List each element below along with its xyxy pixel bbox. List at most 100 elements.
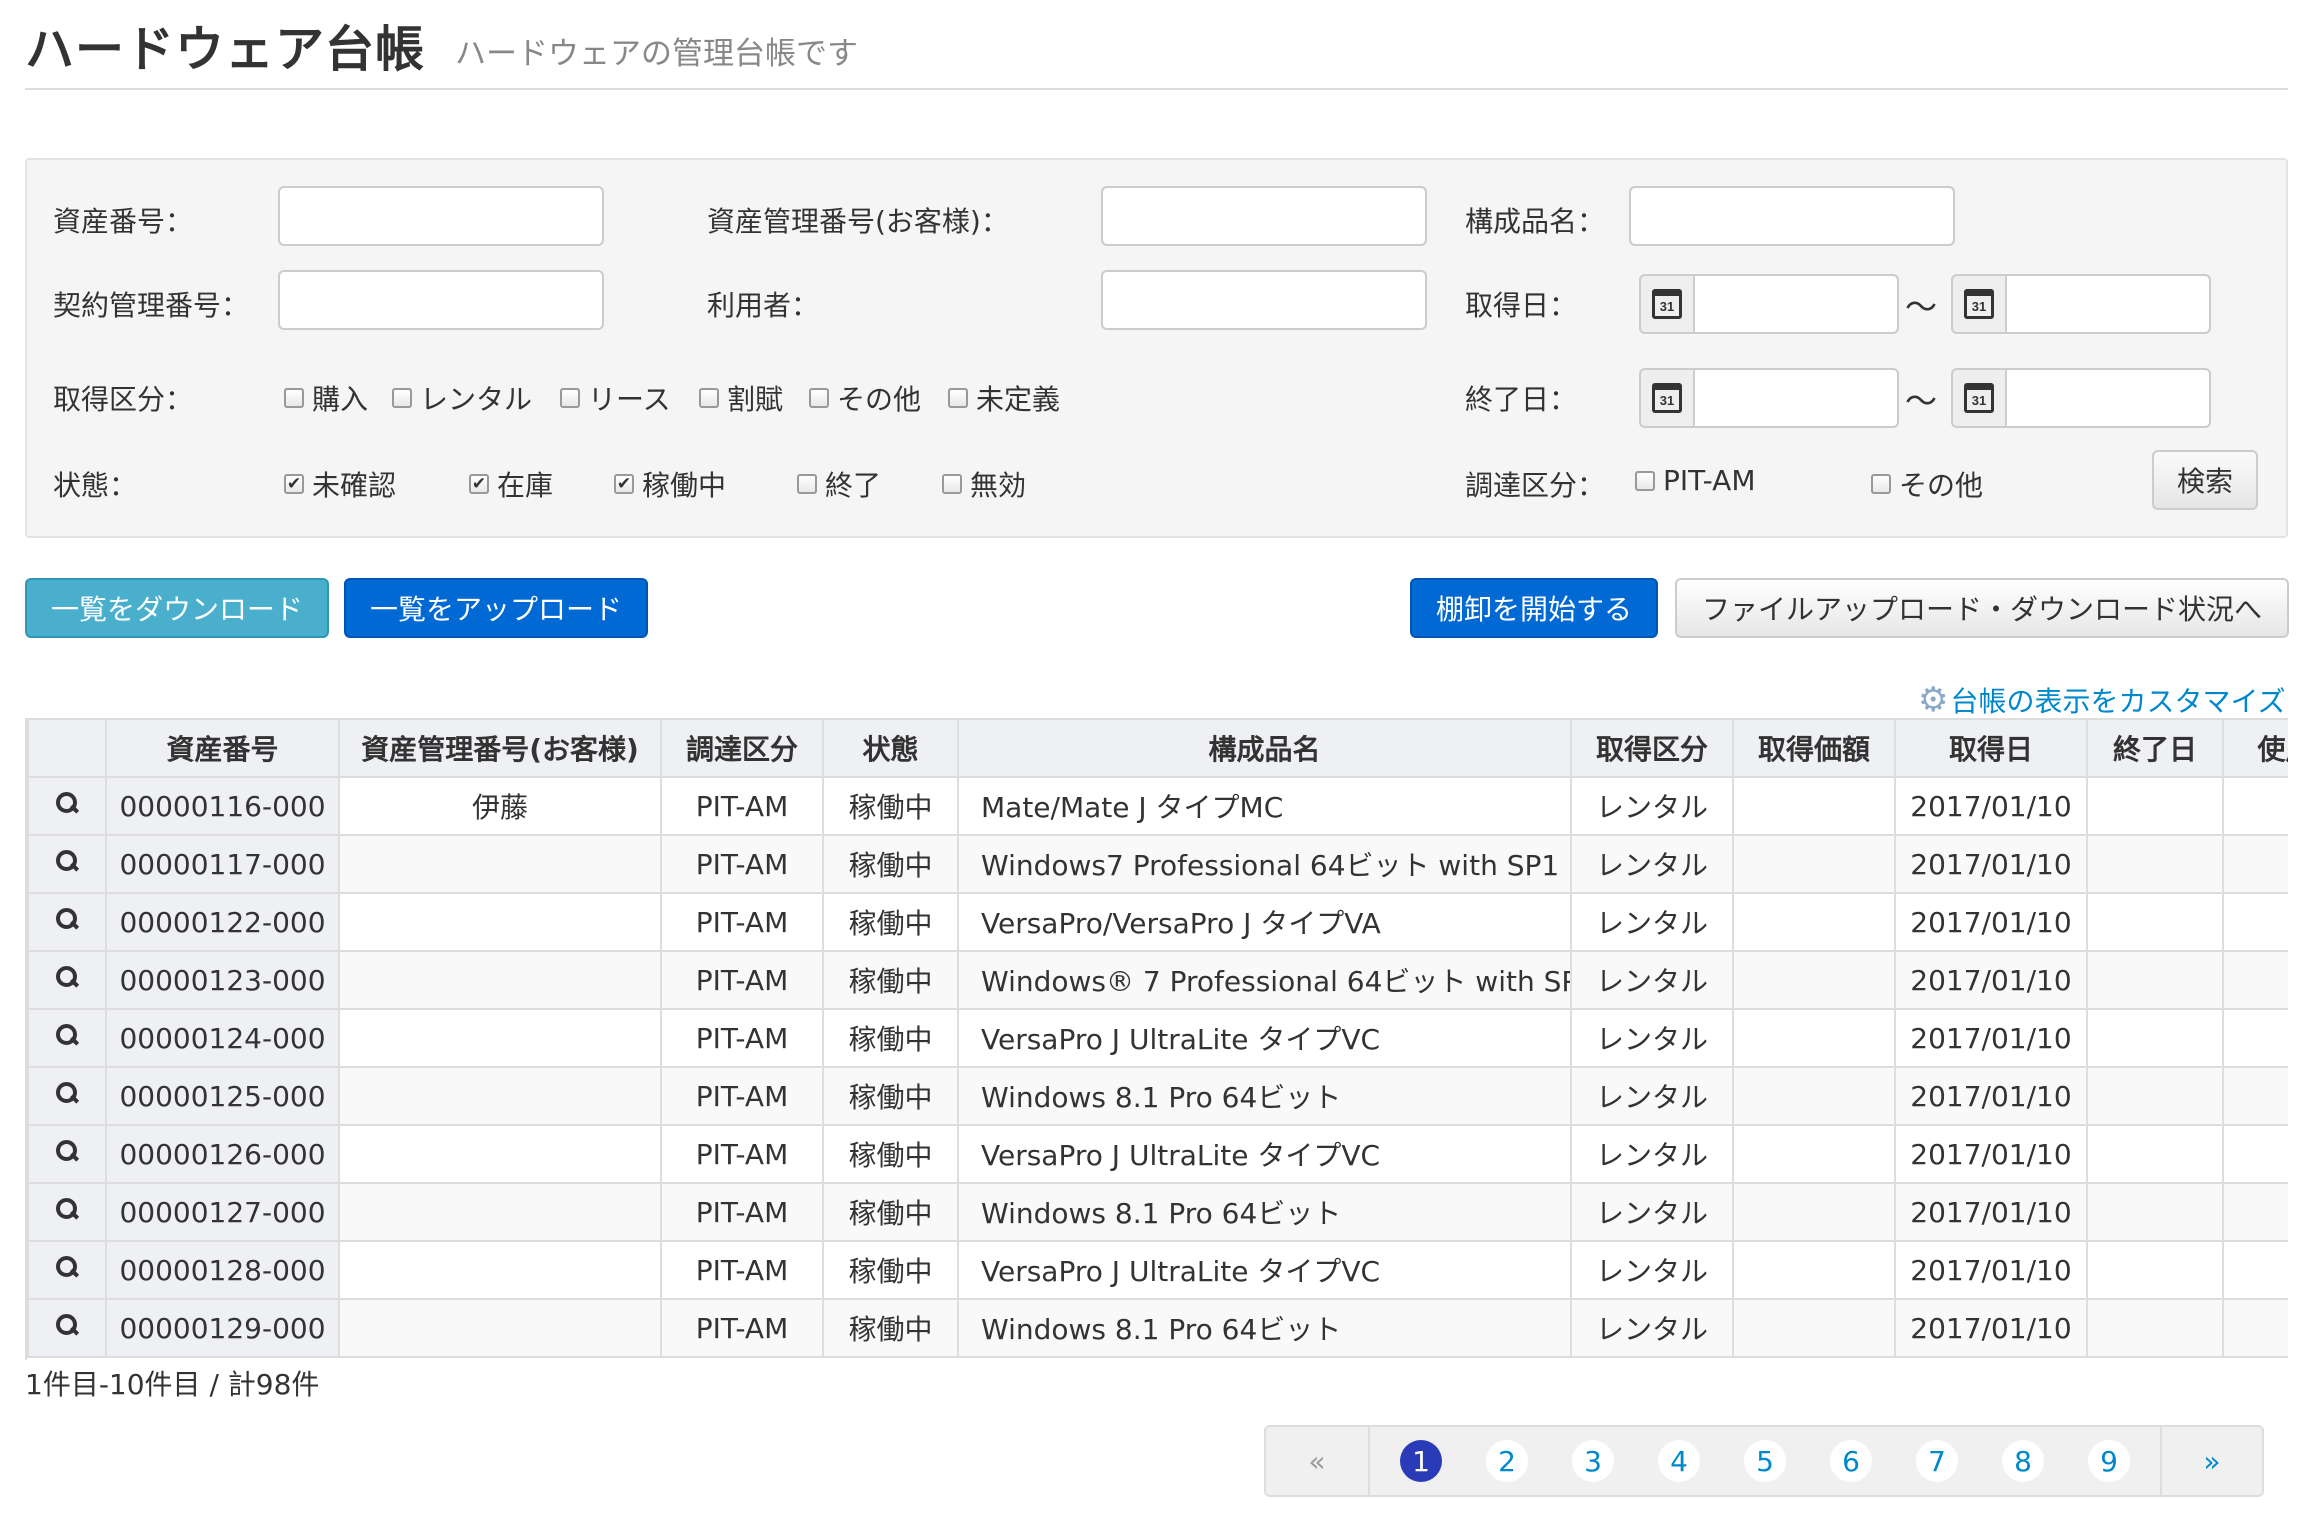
- pagination-prev[interactable]: «: [1266, 1427, 1370, 1495]
- download-list-button[interactable]: 一覧をダウンロード: [25, 578, 329, 638]
- checkbox-icon[interactable]: [1635, 470, 1655, 491]
- column-header[interactable]: 取得価額: [1732, 718, 1896, 778]
- view-detail-cell[interactable]: [27, 1066, 107, 1126]
- pagination-page[interactable]: 1: [1378, 1427, 1464, 1495]
- magnifier-icon[interactable]: [54, 964, 80, 990]
- magnifier-icon[interactable]: [54, 848, 80, 874]
- checkbox-icon[interactable]: [948, 388, 968, 408]
- table-row[interactable]: 00000127-000 PIT-AM 稼働中 Windows 8.1 Pro 64ビ…: [27, 1182, 2288, 1242]
- checkbox-icon[interactable]: [797, 474, 817, 494]
- column-header[interactable]: 取得日: [1894, 718, 2088, 778]
- calendar-button[interactable]: 31: [1951, 274, 2005, 334]
- table-row[interactable]: 00000123-000 PIT-AM 稼働中 Windows® 7 Professi…: [27, 950, 2288, 1010]
- table-cell: 稼働中: [822, 1066, 959, 1126]
- end-date-from-input[interactable]: [1693, 368, 1899, 428]
- upload-list-button[interactable]: 一覧をアップロード: [344, 578, 648, 638]
- customize-ledger-link[interactable]: ⚙ 台帳の表示をカスタマイズ: [1918, 680, 2286, 720]
- magnifier-icon[interactable]: [54, 1022, 80, 1048]
- status-checkbox[interactable]: 無効: [942, 464, 1026, 504]
- view-detail-cell[interactable]: [27, 1182, 107, 1242]
- acquisition-type-checkbox[interactable]: 割賦: [699, 378, 783, 418]
- component-name-input[interactable]: [1629, 186, 1955, 246]
- column-header[interactable]: 使用: [2222, 718, 2288, 778]
- table-row[interactable]: 00000126-000 PIT-AM 稼働中 VersaPro J UltraLit…: [27, 1124, 2288, 1184]
- pagination-page[interactable]: 7: [1894, 1427, 1980, 1495]
- status-checkbox[interactable]: ✔ 未確認: [284, 464, 396, 504]
- user-input[interactable]: [1101, 270, 1427, 330]
- table-row[interactable]: 00000128-000 PIT-AM 稼働中 VersaPro J UltraLit…: [27, 1240, 2288, 1300]
- table-row[interactable]: 00000117-000 PIT-AM 稼働中 Windows7 Profession…: [27, 834, 2288, 894]
- pagination-page[interactable]: 8: [1980, 1427, 2066, 1495]
- status-checkbox[interactable]: 終了: [797, 464, 881, 504]
- magnifier-icon[interactable]: [54, 1312, 80, 1338]
- column-header[interactable]: 資産管理番号(お客様): [338, 718, 662, 778]
- calendar-button[interactable]: 31: [1951, 368, 2005, 428]
- column-header[interactable]: 終了日: [2086, 718, 2224, 778]
- view-detail-cell[interactable]: [27, 1240, 107, 1300]
- table-row[interactable]: 00000129-000 PIT-AM 稼働中 Windows 8.1 Pro 64ビ…: [27, 1298, 2288, 1358]
- pagination-page[interactable]: 6: [1808, 1427, 1894, 1495]
- pagination-page[interactable]: 4: [1636, 1427, 1722, 1495]
- magnifier-icon[interactable]: [54, 906, 80, 932]
- acquisition-type-checkbox[interactable]: その他: [809, 378, 921, 418]
- column-header[interactable]: 資産番号: [105, 718, 340, 778]
- status-checkbox[interactable]: ✔ 在庫: [469, 464, 553, 504]
- view-detail-cell[interactable]: [27, 834, 107, 894]
- table-row[interactable]: 00000125-000 PIT-AM 稼働中 Windows 8.1 Pro 64ビ…: [27, 1066, 2288, 1126]
- view-detail-cell[interactable]: [27, 892, 107, 952]
- customer-asset-number-input[interactable]: [1101, 186, 1427, 246]
- table-row[interactable]: 00000122-000 PIT-AM 稼働中 VersaPro/VersaPro J…: [27, 892, 2288, 952]
- view-detail-cell[interactable]: [27, 1008, 107, 1068]
- checkmark-icon[interactable]: ✔: [284, 474, 304, 494]
- magnifier-icon[interactable]: [54, 1196, 80, 1222]
- acquisition-type-checkbox[interactable]: リース: [560, 378, 671, 418]
- checkbox-icon[interactable]: [560, 388, 580, 408]
- search-button[interactable]: 検索: [2152, 450, 2258, 510]
- calendar-button[interactable]: 31: [1639, 274, 1693, 334]
- start-inventory-button[interactable]: 棚卸を開始する: [1410, 578, 1658, 638]
- column-header[interactable]: 調達区分: [660, 718, 824, 778]
- asset-number-input[interactable]: [278, 186, 604, 246]
- calendar-button[interactable]: 31: [1639, 368, 1693, 428]
- status-checkbox[interactable]: ✔ 稼働中: [614, 464, 726, 504]
- checkbox-icon[interactable]: [284, 388, 304, 408]
- magnifier-icon[interactable]: [54, 1080, 80, 1106]
- magnifier-icon[interactable]: [54, 1138, 80, 1164]
- pagination-page[interactable]: 9: [2066, 1427, 2152, 1495]
- column-header[interactable]: 取得区分: [1570, 718, 1734, 778]
- checkmark-icon[interactable]: ✔: [469, 474, 489, 494]
- table-cell: [2086, 1008, 2224, 1068]
- acquisition-type-checkbox[interactable]: 未定義: [948, 378, 1060, 418]
- checkbox-icon[interactable]: [809, 388, 829, 408]
- file-status-button[interactable]: ファイルアップロード・ダウンロード状況へ: [1675, 578, 2289, 638]
- acquisition-date-to-input[interactable]: [2005, 274, 2211, 334]
- acquisition-type-checkbox[interactable]: 購入: [284, 378, 368, 418]
- checkbox-icon[interactable]: [392, 388, 412, 408]
- table-row[interactable]: 00000124-000 PIT-AM 稼働中 VersaPro J UltraLit…: [27, 1008, 2288, 1068]
- checkbox-icon[interactable]: [699, 388, 719, 408]
- checkbox-icon[interactable]: [942, 474, 962, 494]
- checkmark-icon[interactable]: ✔: [614, 474, 634, 494]
- pagination-page[interactable]: 3: [1550, 1427, 1636, 1495]
- pagination-page[interactable]: 2: [1464, 1427, 1550, 1495]
- table-cell: [2222, 776, 2288, 836]
- pagination-page[interactable]: 5: [1722, 1427, 1808, 1495]
- magnifier-icon[interactable]: [54, 790, 80, 816]
- checkbox-icon[interactable]: [1871, 474, 1891, 494]
- column-header[interactable]: 状態: [822, 718, 959, 778]
- acquisition-type-checkbox[interactable]: レンタル: [392, 378, 532, 418]
- table-cell: [338, 1240, 662, 1300]
- magnifier-icon[interactable]: [54, 1254, 80, 1280]
- table-row[interactable]: 00000116-000 伊藤 PIT-AM 稼働中 Mate/Mate J タイプMC…: [27, 776, 2288, 836]
- column-header[interactable]: 構成品名: [957, 718, 1572, 778]
- view-detail-cell[interactable]: [27, 950, 107, 1010]
- view-detail-cell[interactable]: [27, 1298, 107, 1358]
- contract-number-input[interactable]: [278, 270, 604, 330]
- procurement-checkbox[interactable]: その他: [1871, 464, 1983, 504]
- procurement-checkbox[interactable]: PIT-AM: [1635, 464, 1755, 497]
- pagination-next[interactable]: »: [2160, 1427, 2262, 1495]
- view-detail-cell[interactable]: [27, 1124, 107, 1184]
- acquisition-date-from-input[interactable]: [1693, 274, 1899, 334]
- end-date-to-input[interactable]: [2005, 368, 2211, 428]
- view-detail-cell[interactable]: [27, 776, 107, 836]
